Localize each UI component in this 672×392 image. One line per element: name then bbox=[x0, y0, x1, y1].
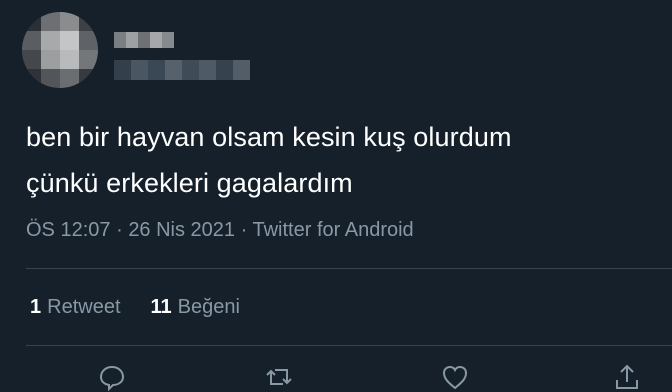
divider bbox=[26, 268, 672, 269]
tweet-source[interactable]: Twitter for Android bbox=[253, 219, 414, 241]
tweet-text-line: çünkü erkekleri gagalardım bbox=[26, 168, 353, 198]
action-bar bbox=[0, 360, 672, 392]
username-redacted[interactable] bbox=[114, 60, 250, 80]
tweet-stats: 1 Retweet 11 Beğeni bbox=[30, 296, 240, 319]
avatar[interactable] bbox=[22, 12, 98, 88]
meta-separator: · bbox=[240, 219, 248, 241]
tweet-date[interactable]: 26 Nis 2021 bbox=[128, 219, 235, 241]
retweets-label: Retweet bbox=[47, 296, 121, 318]
share-icon[interactable] bbox=[612, 362, 642, 392]
reply-icon[interactable] bbox=[97, 362, 127, 392]
likes-count: 11 bbox=[150, 296, 172, 318]
tweet-time[interactable]: ÖS 12:07 bbox=[26, 219, 111, 241]
tweet-header bbox=[22, 12, 322, 92]
meta-separator: · bbox=[116, 219, 123, 241]
tweet-meta: ÖS 12:07 · 26 Nis 2021 · Twitter for And… bbox=[26, 219, 414, 242]
likes-stat[interactable]: 11 Beğeni bbox=[151, 296, 240, 319]
tweet-text: ben bir hayvan olsam kesin kuş olurdum ç… bbox=[26, 114, 666, 206]
retweets-stat[interactable]: 1 Retweet bbox=[30, 296, 121, 319]
like-icon[interactable] bbox=[440, 362, 470, 392]
tweet-text-line: ben bir hayvan olsam kesin kuş olurdum bbox=[26, 122, 512, 152]
retweet-icon[interactable] bbox=[264, 362, 294, 392]
divider bbox=[26, 345, 672, 346]
display-name-redacted[interactable] bbox=[114, 32, 174, 48]
retweets-count: 1 bbox=[30, 296, 42, 318]
likes-label: Beğeni bbox=[177, 296, 240, 318]
